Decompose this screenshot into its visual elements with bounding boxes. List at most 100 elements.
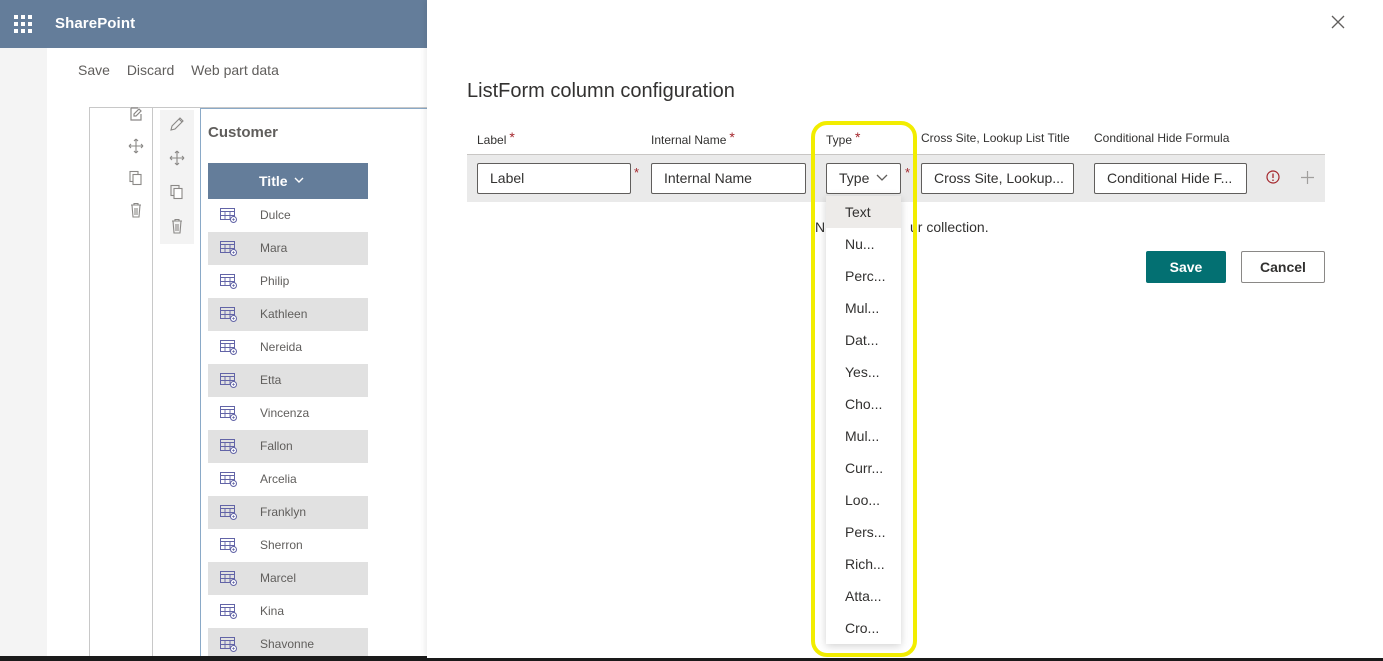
internal-name-column-header: Internal Name * <box>651 129 735 147</box>
type-option[interactable]: Mul... <box>826 420 901 452</box>
type-option[interactable]: Yes... <box>826 356 901 388</box>
duplicate-webpart-icon[interactable] <box>169 184 185 200</box>
list-item-icon <box>220 571 237 586</box>
empty-message-start: N <box>815 219 826 235</box>
section-border-left <box>89 107 90 661</box>
label-required-mark: * <box>634 165 640 180</box>
type-option[interactable]: Cho... <box>826 388 901 420</box>
type-option[interactable]: Curr... <box>826 452 901 484</box>
command-bar: Save Discard Web part data <box>78 62 292 78</box>
type-option[interactable]: Cro... <box>826 612 901 644</box>
hide-formula-input[interactable]: Conditional Hide F... <box>1094 163 1247 194</box>
list-item-icon <box>220 505 237 520</box>
type-option[interactable]: Atta... <box>826 580 901 612</box>
list-item-icon <box>220 373 237 388</box>
list-item-icon <box>220 406 237 421</box>
move-webpart-icon[interactable] <box>169 150 185 166</box>
type-option[interactable]: Text <box>826 196 901 228</box>
add-icon[interactable] <box>1300 170 1315 185</box>
label-input[interactable]: Label <box>477 163 631 194</box>
list-item-label: Etta <box>260 373 282 387</box>
type-option[interactable]: Loo... <box>826 484 901 516</box>
list-item-label: Dulce <box>260 208 291 222</box>
list-item[interactable]: Philip <box>208 265 368 298</box>
lookup-column-header: Cross Site, Lookup List Title <box>921 131 1070 145</box>
customer-list: Dulce Mara Philip Kathleen Nereida Etta Vincen… <box>208 199 368 661</box>
list-item[interactable]: Etta <box>208 364 368 397</box>
list-item-label: Philip <box>260 274 290 288</box>
suite-header: SharePoint <box>0 0 427 48</box>
list-item-icon <box>220 637 237 652</box>
type-option[interactable]: Mul... <box>826 292 901 324</box>
list-item-icon <box>220 604 237 619</box>
column-divider <box>152 107 153 661</box>
type-option[interactable]: Nu... <box>826 228 901 260</box>
close-icon[interactable] <box>1330 14 1346 30</box>
list-item[interactable]: Dulce <box>208 199 368 232</box>
lookup-list-title-input[interactable]: Cross Site, Lookup... <box>921 163 1074 194</box>
list-item-label: Marcel <box>260 571 297 585</box>
list-item[interactable]: Marcel <box>208 562 368 595</box>
type-option[interactable]: Dat... <box>826 324 901 356</box>
list-item-label: Kina <box>260 604 285 618</box>
list-item-icon <box>220 274 237 289</box>
list-item-icon <box>220 241 237 256</box>
edit-section-icon[interactable] <box>128 106 144 122</box>
type-option[interactable]: Pers... <box>826 516 901 548</box>
list-item-label: Sherron <box>260 538 303 552</box>
list-item[interactable]: Mara <box>208 232 368 265</box>
save-button[interactable]: Save <box>1146 251 1226 283</box>
duplicate-section-icon[interactable] <box>128 170 144 186</box>
list-item-icon <box>220 439 237 454</box>
save-command[interactable]: Save <box>78 62 110 78</box>
list-item-icon <box>220 208 237 223</box>
column-header-label: Title <box>259 173 288 189</box>
type-required-mark: * <box>905 165 911 180</box>
type-option[interactable]: Rich... <box>826 548 901 580</box>
list-item-label: Kathleen <box>260 307 308 321</box>
list-item[interactable]: Vincenza <box>208 397 368 430</box>
list-item-label: Arcelia <box>260 472 297 486</box>
empty-message-end: ur collection. <box>910 219 989 235</box>
list-item-icon <box>220 472 237 487</box>
label-column-header: Label * <box>477 129 515 147</box>
edit-webpart-icon[interactable] <box>169 116 185 132</box>
list-item-label: Fallon <box>260 439 293 453</box>
chevron-down-icon <box>876 174 888 181</box>
cancel-button[interactable]: Cancel <box>1241 251 1325 283</box>
list-item-label: Mara <box>260 241 288 255</box>
left-gutter <box>0 48 47 661</box>
list-item-label: Shavonne <box>260 637 315 651</box>
panel-title: ListForm column configuration <box>467 80 735 102</box>
delete-webpart-icon[interactable] <box>169 218 185 234</box>
list-item[interactable]: Sherron <box>208 529 368 562</box>
app-launcher-icon[interactable] <box>14 15 32 33</box>
list-item[interactable]: Kathleen <box>208 298 368 331</box>
delete-section-icon[interactable] <box>128 202 144 218</box>
list-item[interactable]: Nereida <box>208 331 368 364</box>
list-item-label: Franklyn <box>260 505 307 519</box>
list-item-label: Vincenza <box>260 406 310 420</box>
brand-title[interactable]: SharePoint <box>55 15 135 32</box>
webpart-title: Customer <box>208 124 279 141</box>
list-item-label: Nereida <box>260 340 303 354</box>
list-item-icon <box>220 307 237 322</box>
list-item[interactable]: Arcelia <box>208 463 368 496</box>
chevron-down-icon <box>294 177 304 183</box>
list-item[interactable]: Kina <box>208 595 368 628</box>
type-options-list: Text Nu... Perc... Mul... Dat... Yes... Cho...… <box>826 196 901 644</box>
type-column-header: Type * <box>826 129 861 147</box>
title-column-header[interactable]: Title <box>208 163 368 199</box>
list-item[interactable]: Fallon <box>208 430 368 463</box>
hide-formula-column-header: Conditional Hide Formula <box>1094 131 1230 145</box>
list-item[interactable]: Franklyn <box>208 496 368 529</box>
webpart-data-command[interactable]: Web part data <box>191 62 279 78</box>
discard-command[interactable]: Discard <box>127 62 174 78</box>
list-item-icon <box>220 538 237 553</box>
list-item-icon <box>220 340 237 355</box>
internal-name-input[interactable]: Internal Name <box>651 163 806 194</box>
type-option[interactable]: Perc... <box>826 260 901 292</box>
type-dropdown[interactable]: Type <box>826 163 901 194</box>
move-section-icon[interactable] <box>128 138 144 154</box>
error-icon[interactable] <box>1266 170 1280 184</box>
